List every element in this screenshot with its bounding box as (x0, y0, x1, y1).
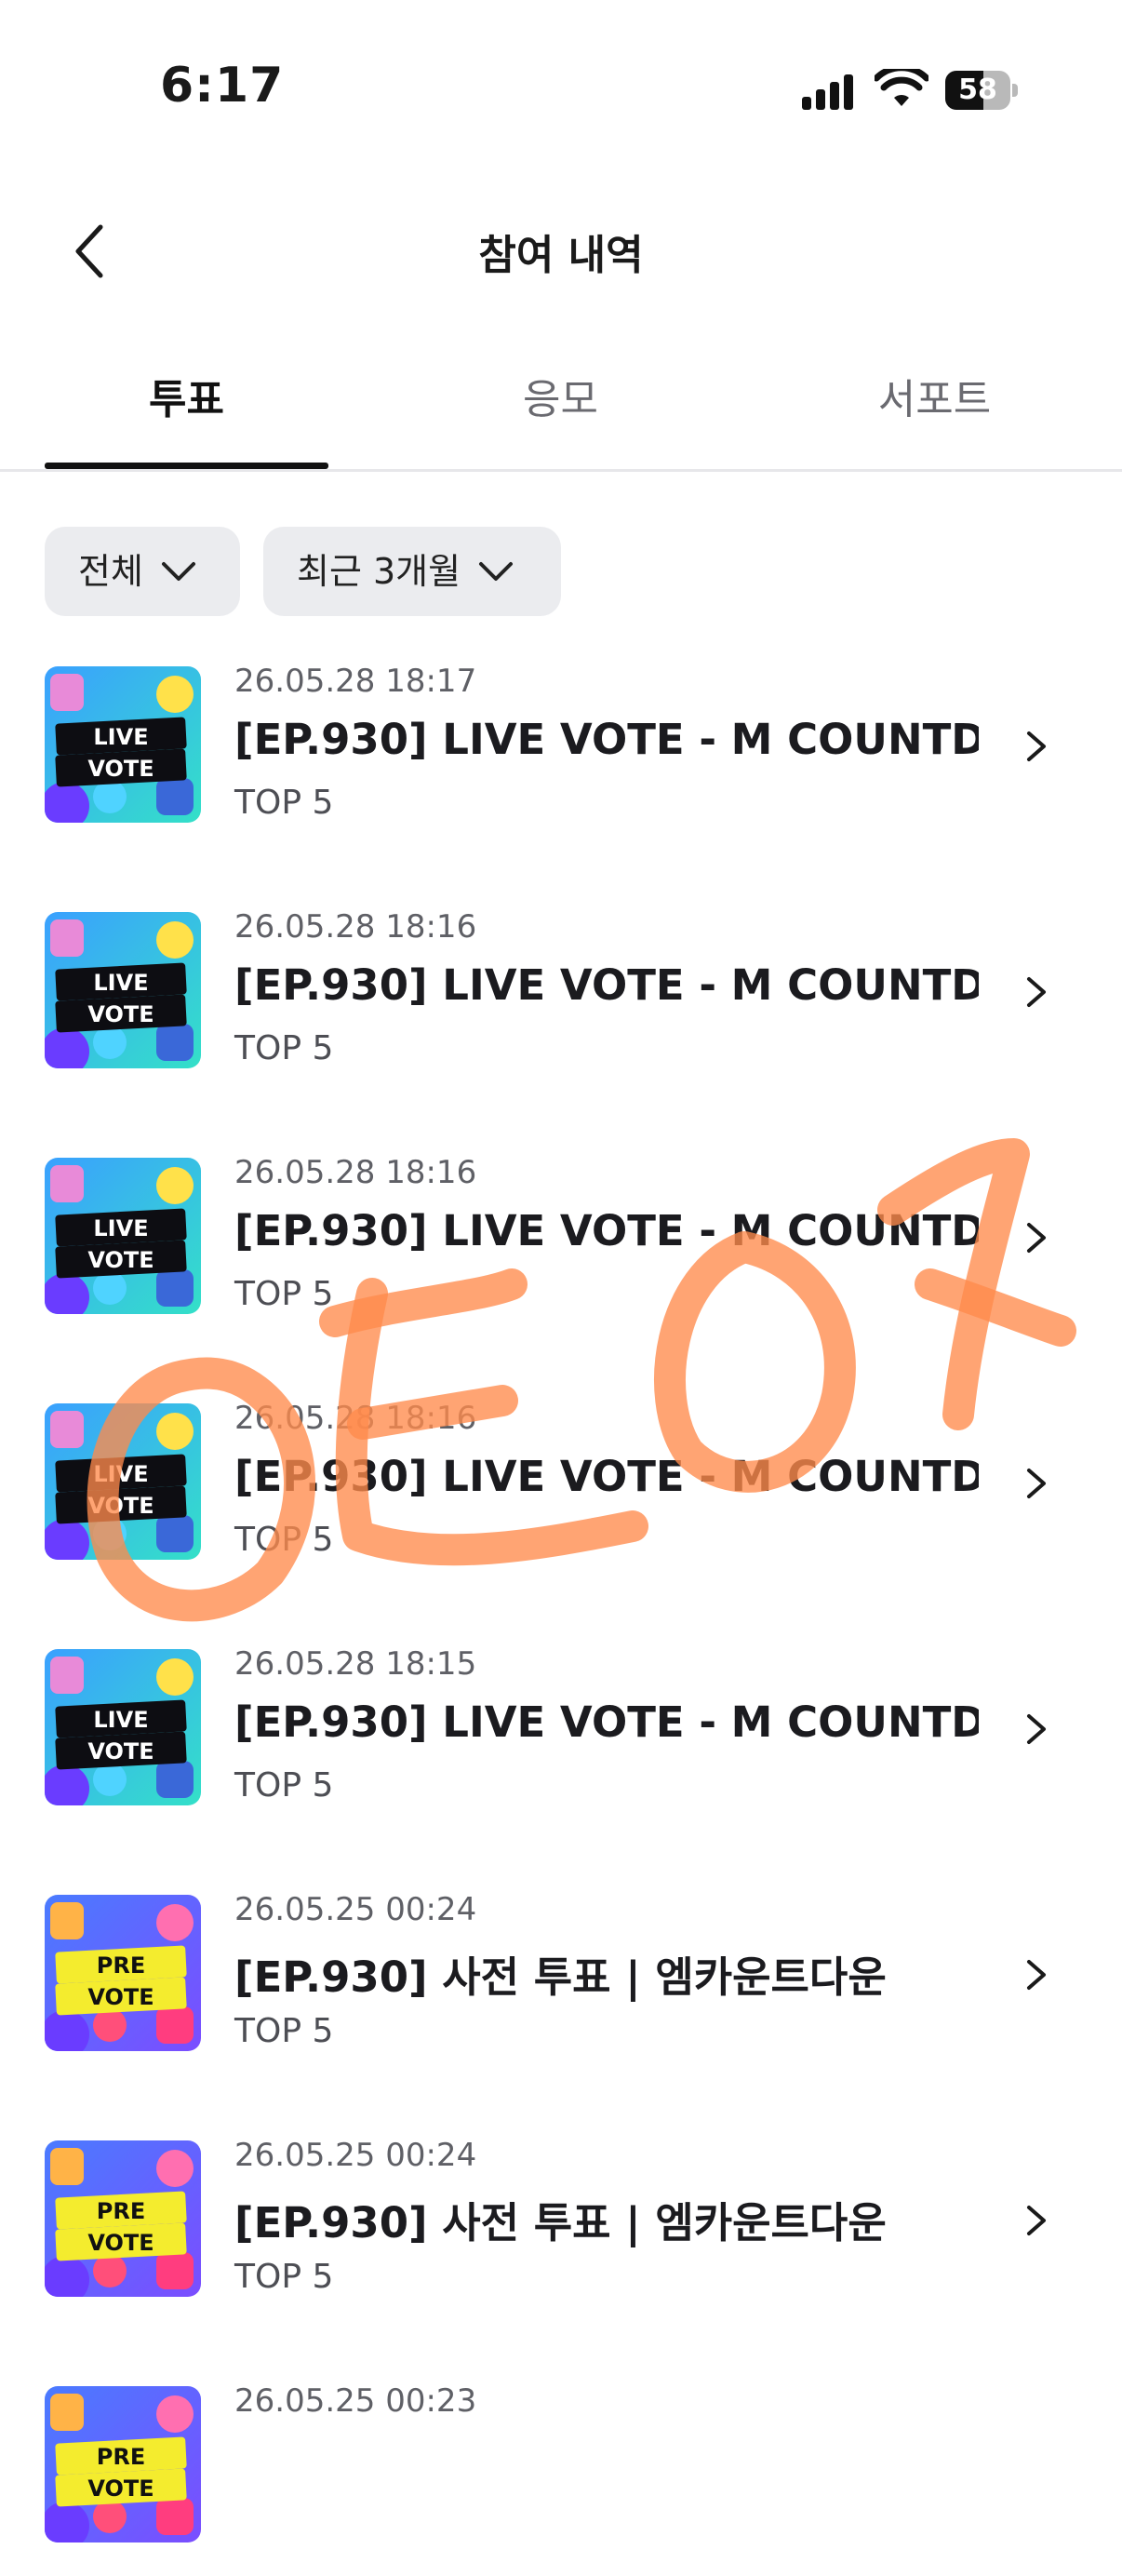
thumb-line1: LIVE (93, 970, 148, 996)
thumb-line2: VOTE (87, 1738, 154, 1764)
item-subtitle: TOP 5 (234, 1521, 334, 1559)
chevron-right-icon (1027, 977, 1046, 1007)
chevron-down-icon (479, 562, 513, 581)
thumb-line2: VOTE (87, 2475, 154, 2502)
item-title: [EP.930] LIVE VOTE - M COUNTD... (234, 960, 979, 1010)
list-item[interactable]: PRE VOTE 26.05.25 00:24 [EP.930] 사전 투표 |… (0, 2126, 1122, 2330)
vote-thumbnail: LIVE VOTE (45, 1158, 201, 1314)
thumb-line1: LIVE (93, 724, 148, 750)
chevron-right-icon (1027, 2206, 1046, 2235)
filter-period-dropdown[interactable]: 최근 3개월 (263, 527, 561, 616)
tab-bar: 투표 응모 서포트 (0, 354, 1122, 472)
item-date: 26.05.28 18:15 (234, 1645, 477, 1683)
header: 참여 내역 (0, 186, 1122, 316)
item-date: 26.05.28 18:16 (234, 908, 477, 946)
chevron-right-icon (1027, 1960, 1046, 1990)
wifi-icon (875, 69, 928, 106)
page-title: 참여 내역 (478, 232, 644, 279)
status-bar: 6:17 58 (0, 0, 1122, 140)
chevron-down-icon (162, 562, 195, 581)
tab-support[interactable]: 서포트 (793, 354, 1076, 469)
thumb-line1: LIVE (93, 1461, 148, 1487)
list-item[interactable]: LIVE VOTE 26.05.28 18:17 [EP.930] LIVE V… (0, 651, 1122, 856)
thumb-line2: VOTE (87, 1247, 154, 1273)
item-title: [EP.930] LIVE VOTE - M COUNTD... (234, 1697, 979, 1747)
list-item[interactable]: LIVE VOTE 26.05.28 18:16 [EP.930] LIVE V… (0, 1389, 1122, 1593)
chevron-right-icon (1027, 731, 1046, 761)
list-item[interactable]: LIVE VOTE 26.05.28 18:16 [EP.930] LIVE V… (0, 1143, 1122, 1348)
thumb-line1: LIVE (93, 1707, 148, 1733)
item-title: [EP.930] 사전 투표 | 엠카운트다운 (234, 1952, 887, 2002)
chevron-right-icon (1027, 1223, 1046, 1253)
thumb-line2: VOTE (87, 1001, 154, 1027)
tab-indicator (45, 463, 328, 469)
thumb-line1: LIVE (93, 1215, 148, 1241)
chevron-right-icon (1027, 1469, 1046, 1498)
item-subtitle: TOP 5 (234, 1766, 334, 1805)
item-title: [EP.930] 사전 투표 | 엠카운트다운 (234, 2198, 887, 2247)
item-subtitle: TOP 5 (234, 1029, 334, 1067)
item-date: 26.05.25 00:24 (234, 1891, 477, 1928)
filter-all-dropdown[interactable]: 전체 (45, 527, 240, 616)
filter-all-label: 전체 (78, 551, 143, 592)
item-subtitle: TOP 5 (234, 1275, 334, 1313)
tab-entry[interactable]: 응모 (419, 354, 702, 469)
thumb-line2: VOTE (87, 2230, 154, 2256)
list-item[interactable]: LIVE VOTE 26.05.28 18:15 [EP.930] LIVE V… (0, 1634, 1122, 1839)
item-date: 26.05.25 00:24 (234, 2137, 477, 2174)
vote-thumbnail: PRE VOTE (45, 2386, 201, 2542)
tab-vote[interactable]: 투표 (45, 354, 328, 469)
thumb-line2: VOTE (87, 1493, 154, 1519)
vote-thumbnail: LIVE VOTE (45, 1649, 201, 1805)
list-item[interactable]: PRE VOTE 26.05.25 00:23 (0, 2371, 1122, 2576)
battery-percent: 58 (958, 74, 997, 106)
battery-icon: 58 (945, 71, 1018, 110)
item-subtitle: TOP 5 (234, 784, 334, 822)
item-title: [EP.930] LIVE VOTE - M COUNTD... (234, 1206, 979, 1255)
chevron-right-icon (1027, 1714, 1046, 1744)
status-time: 6:17 (160, 58, 285, 114)
item-date: 26.05.28 18:16 (234, 1400, 477, 1437)
vote-thumbnail: LIVE VOTE (45, 666, 201, 823)
vote-thumbnail: LIVE VOTE (45, 1403, 201, 1560)
vote-thumbnail: PRE VOTE (45, 2140, 201, 2297)
item-title: [EP.930] LIVE VOTE - M COUNTD... (234, 1452, 979, 1501)
item-date: 26.05.25 00:23 (234, 2382, 477, 2420)
list-item[interactable]: PRE VOTE 26.05.25 00:24 [EP.930] 사전 투표 |… (0, 1880, 1122, 2085)
thumb-line1: PRE (97, 2444, 145, 2470)
item-subtitle: TOP 5 (234, 2012, 334, 2050)
list-item[interactable]: LIVE VOTE 26.05.28 18:16 [EP.930] LIVE V… (0, 897, 1122, 1102)
item-subtitle: TOP 5 (234, 2258, 334, 2296)
thumb-line1: PRE (97, 1952, 145, 1979)
thumb-line2: VOTE (87, 1984, 154, 2010)
item-date: 26.05.28 18:16 (234, 1154, 477, 1191)
thumb-line2: VOTE (87, 756, 154, 782)
vote-thumbnail: PRE VOTE (45, 1895, 201, 2051)
filter-period-label: 최근 3개월 (297, 551, 461, 592)
thumb-line1: PRE (97, 2198, 145, 2224)
item-title: [EP.930] LIVE VOTE - M COUNTD... (234, 715, 979, 764)
item-date: 26.05.28 18:17 (234, 663, 477, 700)
vote-thumbnail: LIVE VOTE (45, 912, 201, 1068)
signal-icon (802, 74, 854, 110)
